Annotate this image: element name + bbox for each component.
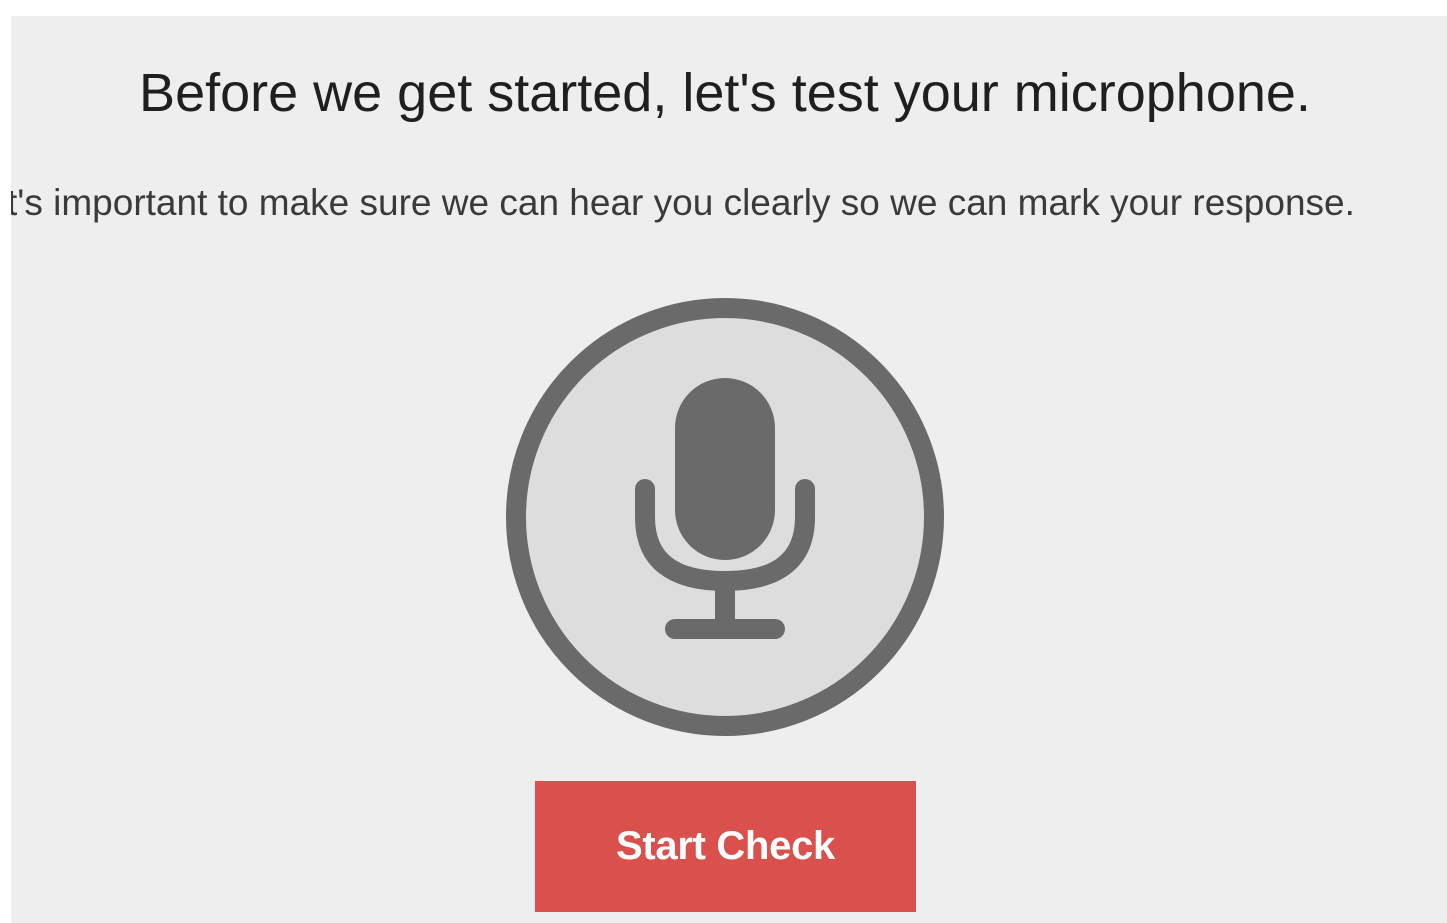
microphone-icon xyxy=(506,298,944,736)
page-subtitle: t's important to make sure we can hear y… xyxy=(11,182,1355,223)
mic-check-panel: Before we get started, let's test your m… xyxy=(11,16,1447,923)
microphone-button[interactable] xyxy=(505,297,945,737)
page-title: Before we get started, let's test your m… xyxy=(139,63,1311,123)
start-check-button[interactable]: Start Check xyxy=(535,781,916,912)
